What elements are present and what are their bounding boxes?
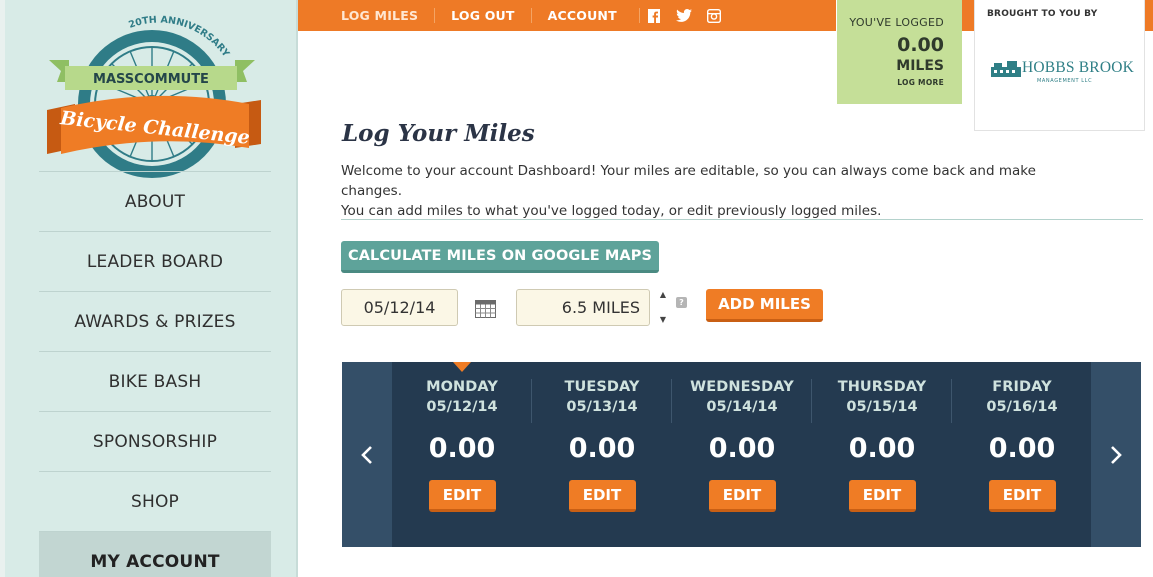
calculate-google-maps-button[interactable]: CALCULATE MILES ON GOOGLE MAPS	[341, 241, 659, 273]
instagram-icon[interactable]	[706, 8, 722, 24]
sidebar-item-shop[interactable]: SHOP	[39, 471, 271, 531]
edit-button-thursday[interactable]: EDIT	[848, 480, 916, 512]
nav-account[interactable]: ACCOUNT	[530, 8, 633, 23]
sponsor-subtitle: MANAGEMENT LLC	[1037, 78, 1093, 84]
divider	[341, 219, 1143, 220]
twitter-icon[interactable]	[675, 8, 692, 24]
logged-unit: MILES	[896, 58, 944, 74]
add-miles-button[interactable]: ADD MILES	[706, 289, 823, 322]
calendar-icon[interactable]	[475, 298, 496, 318]
logo-org-text: MASSCOMMUTE	[93, 72, 209, 87]
day-miles: 0.00	[988, 433, 1056, 464]
stepper-down-icon[interactable]: ▼	[660, 315, 666, 324]
edit-button-tuesday[interactable]: EDIT	[568, 480, 636, 512]
day-column-thursday: THURSDAY 05/15/14 0.00 EDIT	[812, 362, 952, 547]
day-name: WEDNESDAY	[690, 379, 794, 395]
sidebar-item-bike-bash[interactable]: BIKE BASH	[39, 351, 271, 411]
day-column-wednesday: WEDNESDAY 05/14/14 0.00 EDIT	[672, 362, 812, 547]
sidebar-item-sponsorship[interactable]: SPONSORSHIP	[39, 411, 271, 471]
day-date: 05/13/14	[566, 399, 638, 415]
day-date: 05/12/14	[426, 399, 498, 415]
day-date: 05/15/14	[846, 399, 918, 415]
log-more-link[interactable]: LOG MORE	[837, 78, 944, 87]
page-title: Log Your Miles	[342, 120, 535, 147]
top-nav-bar: LOG MILES LOG OUT ACCOUNT	[298, 0, 836, 31]
day-name: TUESDAY	[564, 379, 640, 395]
sidebar-item-about[interactable]: ABOUT	[39, 171, 271, 231]
chevron-right-icon	[1111, 445, 1122, 464]
edit-button-wednesday[interactable]: EDIT	[708, 480, 776, 512]
intro-line-1: Welcome to your account Dashboard! Your …	[341, 163, 1036, 199]
nav-log-miles[interactable]: LOG MILES	[341, 8, 434, 23]
day-name: THURSDAY	[837, 379, 927, 395]
help-icon[interactable]: ?	[676, 297, 687, 308]
facebook-icon[interactable]	[646, 8, 662, 24]
edit-button-friday[interactable]: EDIT	[988, 480, 1056, 512]
day-miles: 0.00	[428, 433, 496, 464]
sponsor-name: HOBBS BROOK	[1022, 59, 1135, 76]
top-bar-fill	[962, 0, 974, 31]
day-column-tuesday: TUESDAY 05/13/14 0.00 EDIT	[532, 362, 672, 547]
day-column-friday: FRIDAY 05/16/14 0.00 EDIT	[952, 362, 1092, 547]
previous-week-button[interactable]	[342, 362, 392, 547]
sidebar: 20TH ANNIVERSARY MASSCOMMUTE Bicycle Cha…	[0, 0, 298, 577]
sponsor-box: BROUGHT TO YOU BY HOBBS BROOK MANAGEMENT…	[974, 0, 1145, 131]
next-week-button[interactable]	[1091, 362, 1141, 547]
sidebar-item-leader-board[interactable]: LEADER BOARD	[39, 231, 271, 291]
day-miles: 0.00	[708, 433, 776, 464]
social-links	[638, 8, 722, 24]
logged-miles-box: YOU'VE LOGGED 0.00 MILES LOG MORE	[837, 0, 962, 104]
sidebar-nav: ABOUT LEADER BOARD AWARDS & PRIZES BIKE …	[39, 171, 271, 577]
week-panel: MONDAY 05/12/14 0.00 EDIT TUESDAY 05/13/…	[342, 362, 1141, 547]
day-date: 05/14/14	[706, 399, 778, 415]
logged-label: YOU'VE LOGGED	[849, 16, 944, 29]
day-column-monday: MONDAY 05/12/14 0.00 EDIT	[392, 362, 532, 547]
logged-value: 0.00	[897, 34, 944, 56]
sidebar-item-my-account[interactable]: MY ACCOUNT	[39, 531, 271, 577]
intro-text: Welcome to your account Dashboard! Your …	[341, 161, 1101, 221]
miles-field[interactable]: 6.5 MILES	[516, 289, 650, 326]
sponsor-label: BROUGHT TO YOU BY	[987, 9, 1098, 19]
page: 20TH ANNIVERSARY MASSCOMMUTE Bicycle Cha…	[0, 0, 1153, 577]
top-bar-fill-right	[1145, 0, 1153, 31]
intro-line-2: You can add miles to what you've logged …	[341, 203, 882, 219]
bicycle-challenge-logo[interactable]: 20TH ANNIVERSARY MASSCOMMUTE Bicycle Cha…	[35, 8, 275, 178]
date-field[interactable]: 05/12/14	[341, 289, 458, 326]
day-name: FRIDAY	[992, 379, 1052, 395]
nav-log-out[interactable]: LOG OUT	[434, 8, 530, 23]
sidebar-item-awards-prizes[interactable]: AWARDS & PRIZES	[39, 291, 271, 351]
day-name: MONDAY	[426, 379, 498, 395]
chevron-left-icon	[361, 445, 372, 464]
day-miles: 0.00	[568, 433, 636, 464]
sponsor-logo[interactable]: HOBBS BROOK MANAGEMENT LLC	[991, 56, 1135, 86]
stepper-up-icon[interactable]: ▲	[660, 290, 666, 299]
day-miles: 0.00	[848, 433, 916, 464]
edit-button-monday[interactable]: EDIT	[428, 480, 496, 512]
building-icon	[991, 61, 1021, 77]
day-date: 05/16/14	[986, 399, 1058, 415]
miles-stepper[interactable]: ▲ ▼	[657, 290, 669, 324]
